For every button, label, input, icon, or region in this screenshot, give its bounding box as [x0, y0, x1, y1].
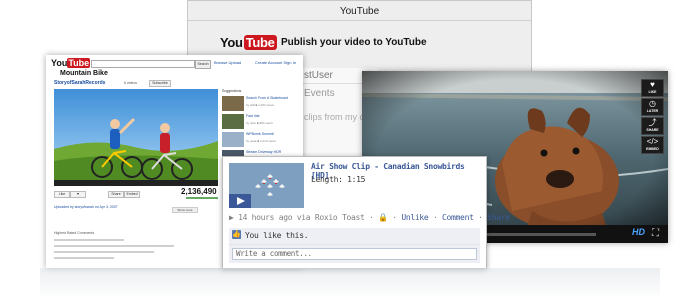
- uploader-info: Uploaded by storyofsarah on Apr 3, 2007: [54, 205, 118, 209]
- suggestion-thumbnail: [222, 114, 244, 129]
- share-side-button[interactable]: ⤴ SHARE: [641, 117, 664, 135]
- suggestions-heading: Suggestions: [222, 89, 242, 93]
- dislike-button[interactable]: ▼: [70, 191, 86, 198]
- search-input[interactable]: [91, 60, 195, 68]
- mountain-bike-thumbnail: [54, 89, 218, 180]
- account-links[interactable]: Create Account Sign In: [255, 60, 296, 65]
- facebook-post-card: Air Show Clip - Canadian Snowbirds [HD] …: [222, 156, 510, 269]
- dialog-divider: [188, 20, 531, 21]
- suggestion-title[interactable]: Fast ride: [246, 114, 296, 118]
- browse-upload-links[interactable]: Browse Upload: [214, 60, 241, 65]
- unlike-link[interactable]: Unlike: [401, 213, 428, 222]
- events-link[interactable]: Events: [304, 88, 335, 99]
- videos-count: 6 videos: [124, 81, 138, 85]
- suggestion-thumbnail: [222, 132, 244, 147]
- youtube-logo[interactable]: YouTube: [51, 58, 91, 68]
- post-video-thumbnail[interactable]: [229, 163, 304, 208]
- comment-line: [54, 239, 124, 241]
- comment-link[interactable]: Comment: [442, 213, 474, 222]
- like-side-button[interactable]: ♥ LIKE: [641, 79, 664, 97]
- later-side-button[interactable]: ◷ LATER: [641, 98, 664, 116]
- share-link[interactable]: Share: [487, 213, 510, 222]
- heart-icon: ♥: [650, 80, 655, 89]
- hd-toggle[interactable]: HD: [632, 227, 645, 237]
- comment-box: Write a comment...: [229, 245, 480, 263]
- suggestion-item[interactable]: Search From A Skateboard by sk8 ■ 1,003 …: [222, 96, 298, 111]
- suggestion-item[interactable]: WPBomb Summit by peak ■ 2,210 views: [222, 132, 298, 147]
- floor-reflection: [40, 268, 660, 299]
- share-icon: ⤴: [648, 118, 657, 127]
- dialog-heading: Publish your video to YouTube: [281, 37, 427, 48]
- post-timestamp: 14 hours ago via Roxio Toast ·: [238, 213, 379, 222]
- rating-bar: [186, 197, 218, 199]
- user-name-text: stUser: [304, 70, 333, 81]
- comment-line: [54, 257, 114, 259]
- suggestion-meta: by rider ■ 884 views: [246, 121, 273, 125]
- suggestion-thumbnail: [222, 96, 244, 111]
- suggestion-title[interactable]: Stream Driveway HDR: [246, 150, 296, 154]
- suggestion-meta: by sk8 ■ 1,003 views: [246, 103, 274, 107]
- comment-line: [54, 251, 154, 253]
- clips-text: clips from my c: [304, 112, 365, 122]
- dialog-title: YouTube: [339, 6, 380, 17]
- video-title: Mountain Bike: [60, 70, 108, 77]
- suggestion-meta: by peak ■ 2,210 views: [246, 139, 276, 143]
- comment-input[interactable]: Write a comment...: [232, 248, 477, 260]
- subscribe-button[interactable]: Subscribe: [149, 80, 171, 87]
- embed-icon: </>: [646, 137, 659, 146]
- play-icon: [237, 197, 245, 205]
- youtube-logo: You Tube: [220, 35, 277, 50]
- comments-heading: Highest Rated Comments: [54, 231, 95, 235]
- lock-icon: 🔒: [378, 213, 388, 222]
- share-button[interactable]: Share: [108, 191, 124, 198]
- suggestion-title[interactable]: WPBomb Summit: [246, 132, 296, 136]
- suggestion-title[interactable]: Search From A Skateboard: [246, 96, 296, 100]
- play-button[interactable]: [229, 194, 251, 208]
- video-player[interactable]: [54, 89, 218, 180]
- fullscreen-icon[interactable]: ⛶: [652, 228, 659, 239]
- like-summary-text: You like this.: [245, 231, 309, 240]
- embed-button[interactable]: Embed: [124, 191, 140, 198]
- like-summary: 👍 You like this.: [229, 228, 480, 245]
- progress-bar[interactable]: [480, 233, 596, 236]
- embed-side-button[interactable]: </> EMBED: [641, 136, 664, 154]
- show-more-button[interactable]: Show more: [172, 207, 198, 213]
- comment-line: [54, 245, 174, 247]
- search-button[interactable]: Search: [195, 60, 211, 69]
- post-meta: ▶ 14 hours ago via Roxio Toast · 🔒 · Unl…: [229, 213, 510, 222]
- video-controls[interactable]: [54, 180, 218, 186]
- clock-icon: ◷: [649, 99, 656, 108]
- like-button[interactable]: Like: [54, 191, 70, 198]
- thumbs-up-icon: 👍: [232, 230, 241, 239]
- channel-link[interactable]: StoryofSarahRecords: [54, 80, 105, 86]
- view-count: 2,136,490: [181, 187, 217, 196]
- video-camera-icon: ▶: [229, 213, 234, 222]
- suggestion-item[interactable]: Fast ride by rider ■ 884 views: [222, 114, 298, 129]
- post-video-length: Length: 1:15: [311, 175, 366, 184]
